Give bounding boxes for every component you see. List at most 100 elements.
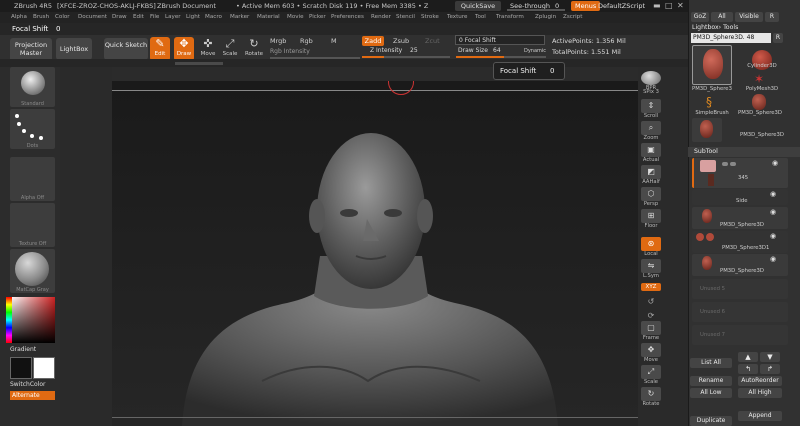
subtool-row-3[interactable]: PM3D_Sphere3D ◉	[692, 207, 788, 229]
subtool-empty-slot-1[interactable]: Unused 5	[692, 279, 788, 299]
focal-shift-slider[interactable]: 0 Focal Shift	[455, 35, 545, 45]
texture-thumbnail[interactable]: Texture Off	[10, 203, 55, 247]
sphere-tool-icon[interactable]	[752, 94, 766, 110]
arrow-right-up-button[interactable]: ↱	[760, 364, 780, 374]
menu-item-draw[interactable]: Draw	[112, 12, 127, 23]
lsym-button[interactable]: ⇋ L.Sym	[641, 259, 661, 279]
aahalf-button[interactable]: ◩ AAHalf	[641, 165, 661, 185]
quicksave-button[interactable]: QuickSave	[455, 1, 501, 11]
list-all-button[interactable]: List All	[690, 358, 732, 368]
goz-visible-button[interactable]: Visible	[735, 12, 763, 22]
zoom-button[interactable]: ⌕ Zoom	[641, 121, 661, 141]
maximize-icon[interactable]: □	[665, 0, 673, 12]
xyz-button[interactable]: XYZ	[641, 283, 661, 291]
menu-item-zscript[interactable]: Zscript	[563, 12, 582, 23]
arrow-down-button[interactable]: ▼	[760, 352, 780, 362]
color-picker[interactable]	[6, 297, 55, 343]
close-icon[interactable]: ✕	[677, 0, 684, 12]
all-high-button[interactable]: All High	[738, 388, 782, 398]
menu-item-tool[interactable]: Tool	[475, 12, 486, 23]
menu-item-layer[interactable]: Layer	[165, 12, 181, 23]
tool-thumb-pm3d-sphere-2[interactable]	[692, 118, 722, 142]
subtool-empty-slot-2[interactable]: Unused 6	[692, 302, 788, 322]
stroke-thumbnail[interactable]: Dots	[10, 109, 55, 149]
frame-button[interactable]: ▢ Frame	[641, 321, 661, 341]
document-canvas[interactable]	[112, 81, 638, 426]
minimize-icon[interactable]: ▬	[653, 0, 661, 12]
menu-item-brush[interactable]: Brush	[33, 12, 49, 23]
arrow-left-up-button[interactable]: ↰	[738, 364, 758, 374]
mrgb-button[interactable]: Mrgb	[270, 37, 286, 45]
visibility-eye-icon[interactable]: ◉	[772, 159, 778, 167]
default-zscript-button[interactable]: DefaultZScript	[598, 0, 645, 12]
all-low-button[interactable]: All Low	[690, 388, 732, 398]
secondary-color-swatch[interactable]	[33, 357, 55, 379]
move-view-button[interactable]: ✥ Move	[641, 343, 661, 363]
rotate-view-button[interactable]: ↻ Rotate	[641, 387, 661, 407]
subtool-header[interactable]: SubTool	[688, 147, 800, 157]
goz-button[interactable]: GoZ	[691, 12, 709, 22]
floor-button[interactable]: ⊞ Floor	[641, 209, 661, 229]
primary-color-swatch[interactable]	[10, 357, 32, 379]
lightbox-tools-header[interactable]: Lightbox› Tools	[692, 24, 738, 31]
menu-item-movie[interactable]: Movie	[287, 12, 304, 23]
menu-item-texture[interactable]: Texture	[447, 12, 467, 23]
subtool-empty-slot-3[interactable]: Unused 7	[692, 325, 788, 345]
menu-item-file[interactable]: File	[150, 12, 159, 23]
menu-item-picker[interactable]: Picker	[309, 12, 326, 23]
goz-r-button[interactable]: R	[765, 12, 779, 22]
scale-view-button[interactable]: ⤢ Scale	[641, 365, 661, 385]
simplebrush-icon[interactable]: §	[706, 95, 712, 109]
visibility-eye-icon[interactable]: ◉	[770, 255, 776, 263]
persp-button[interactable]: ⬡ Persp	[641, 187, 661, 207]
menu-item-material[interactable]: Material	[257, 12, 280, 23]
tool-refresh-button[interactable]: R	[773, 33, 783, 43]
draw-mode-button[interactable]: ✥ Draw	[174, 37, 194, 61]
gradient-button[interactable]: Gradient	[10, 346, 36, 353]
move-mode-button[interactable]: ✜ Move	[198, 37, 218, 61]
bpr-button[interactable]: BPR	[641, 71, 661, 91]
local-button[interactable]: ⊛ Local	[641, 237, 661, 257]
menu-item-render[interactable]: Render	[371, 12, 391, 23]
menu-item-color[interactable]: Color	[55, 12, 70, 23]
menu-item-light[interactable]: Light	[186, 12, 200, 23]
subtool-row-4[interactable]: PM3D_Sphere3D1 ◉	[692, 231, 788, 253]
m-button[interactable]: M	[331, 37, 337, 45]
autoreorder-button[interactable]: AutoReorder	[738, 376, 782, 386]
menus-button[interactable]: Menus	[571, 1, 601, 11]
switch-color-button[interactable]: SwitchColor	[10, 381, 46, 388]
arrow-up-button[interactable]: ▲	[738, 352, 758, 362]
palette-scroll-handle[interactable]	[175, 62, 223, 65]
tool-thumb-pm3d-sphere[interactable]	[692, 45, 732, 85]
dynamic-button[interactable]: Dynamic	[524, 48, 546, 54]
subtool-row-1[interactable]: 345 ◉	[692, 158, 788, 188]
goz-all-button[interactable]: All	[711, 12, 733, 22]
rotate-mode-button[interactable]: ↻ Rotate	[244, 37, 264, 61]
rename-button[interactable]: Rename	[690, 376, 732, 386]
scroll-button[interactable]: ⇕ Scroll	[641, 99, 661, 119]
alpha-thumbnail[interactable]: Alpha Off	[10, 157, 55, 201]
actual-button[interactable]: ▣ Actual	[641, 143, 661, 163]
zsub-button[interactable]: Zsub	[393, 37, 409, 45]
rgb-button[interactable]: Rgb	[300, 37, 313, 45]
menu-item-zplugin[interactable]: Zplugin	[535, 12, 556, 23]
menu-item-stroke[interactable]: Stroke	[421, 12, 439, 23]
brush-thumbnail[interactable]: Standard	[10, 67, 55, 107]
visibility-eye-icon[interactable]: ◉	[770, 208, 776, 216]
hue-strip[interactable]	[6, 297, 12, 343]
append-button[interactable]: Append	[738, 411, 782, 421]
menu-item-stencil[interactable]: Stencil	[396, 12, 415, 23]
zadd-button[interactable]: Zadd	[362, 36, 384, 46]
menu-item-preferences[interactable]: Preferences	[331, 12, 364, 23]
spix-button[interactable]: SPix 3	[641, 89, 661, 95]
menu-item-macro[interactable]: Macro	[205, 12, 222, 23]
menu-item-document[interactable]: Document	[78, 12, 107, 23]
quick-sketch-button[interactable]: Quick Sketch	[104, 38, 148, 60]
menu-item-transform[interactable]: Transform	[496, 12, 524, 23]
menu-item-edit[interactable]: Edit	[133, 12, 144, 23]
material-thumbnail[interactable]: MatCap Gray	[10, 249, 55, 293]
lightbox-button[interactable]: LightBox	[56, 38, 92, 60]
subtool-row-5[interactable]: PM3D_Sphere3D ◉	[692, 254, 788, 276]
menu-item-marker[interactable]: Marker	[230, 12, 249, 23]
rotate-y-icon[interactable]: ↺	[641, 297, 661, 306]
